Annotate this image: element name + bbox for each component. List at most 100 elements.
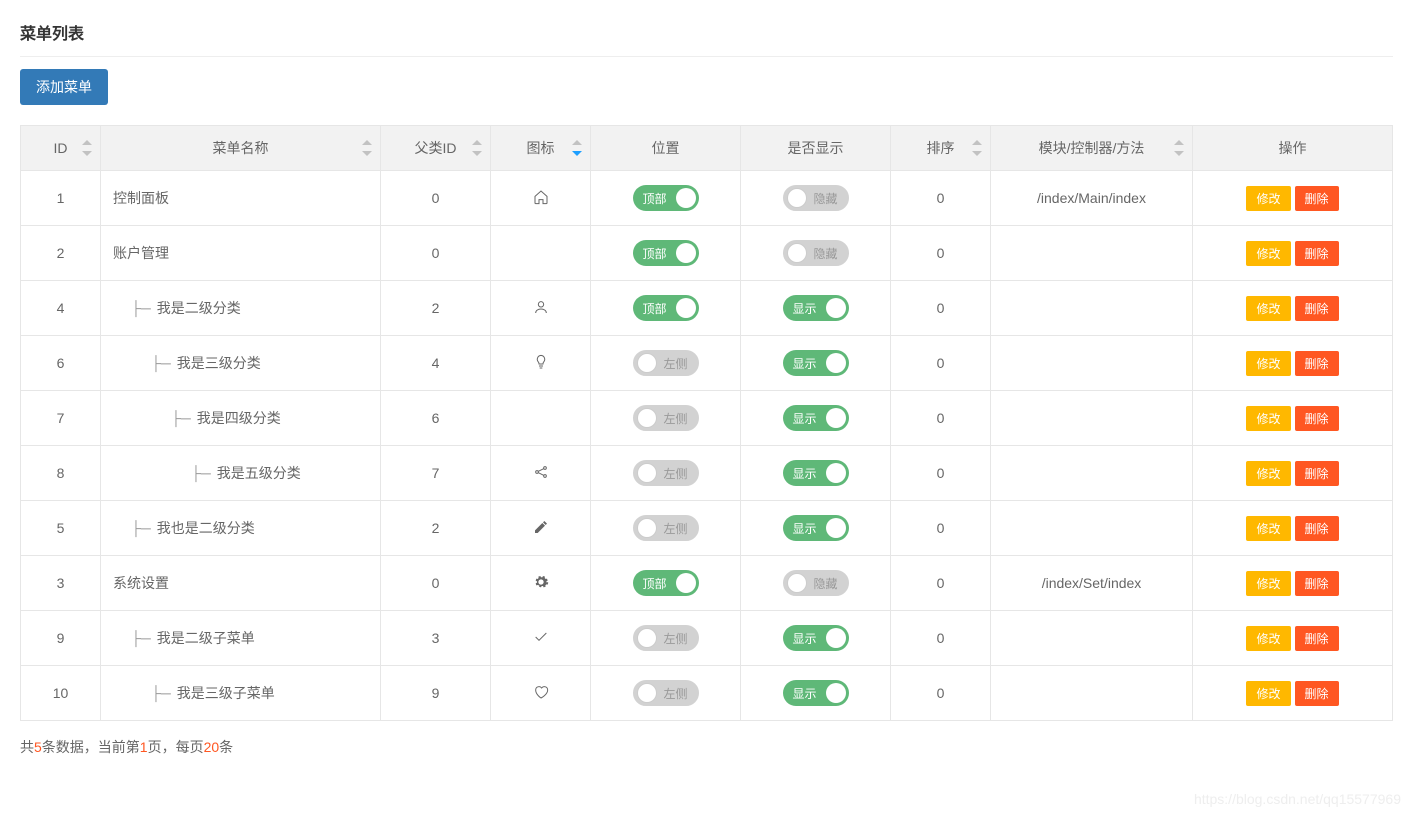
delete-button[interactable]: 删除 xyxy=(1295,461,1339,486)
edit-button[interactable]: 修改 xyxy=(1246,461,1290,486)
cell-id: 10 xyxy=(21,666,101,721)
menu-table: ID 菜单名称 父类ID 图标 位置 是否显示 排序 模块/控制器/方法 操作 … xyxy=(20,125,1393,721)
sort-icon[interactable] xyxy=(362,140,372,156)
visible-toggle[interactable]: 显示 xyxy=(783,350,849,376)
cell-module xyxy=(991,391,1193,446)
cell-name: 控制面板 xyxy=(101,171,381,226)
cell-module: /index/Set/index xyxy=(991,556,1193,611)
cell-parent-id: 2 xyxy=(381,281,491,336)
cell-action: 修改删除 xyxy=(1193,556,1393,611)
position-toggle[interactable]: 顶部 xyxy=(633,295,699,321)
position-toggle[interactable]: 顶部 xyxy=(633,570,699,596)
cell-id: 8 xyxy=(21,446,101,501)
col-module[interactable]: 模块/控制器/方法 xyxy=(991,126,1193,171)
cell-position: 顶部 xyxy=(591,226,741,281)
cell-id: 6 xyxy=(21,336,101,391)
visible-toggle[interactable]: 隐藏 xyxy=(783,240,849,266)
position-toggle[interactable]: 左侧 xyxy=(633,515,699,541)
edit-button[interactable]: 修改 xyxy=(1246,296,1290,321)
visible-toggle[interactable]: 显示 xyxy=(783,680,849,706)
delete-button[interactable]: 删除 xyxy=(1295,626,1339,651)
bulb-icon xyxy=(533,357,549,373)
cell-sort: 0 xyxy=(891,391,991,446)
cell-action: 修改删除 xyxy=(1193,611,1393,666)
edit-button[interactable]: 修改 xyxy=(1246,241,1290,266)
cell-icon xyxy=(491,666,591,721)
gear-icon xyxy=(533,577,549,593)
visible-toggle[interactable]: 显示 xyxy=(783,625,849,651)
edit-button[interactable]: 修改 xyxy=(1246,571,1290,596)
cell-position: 左侧 xyxy=(591,501,741,556)
delete-button[interactable]: 删除 xyxy=(1295,681,1339,706)
table-row: 6├─ 我是三级分类4左侧显示0修改删除 xyxy=(21,336,1393,391)
sort-icon[interactable] xyxy=(472,140,482,156)
edit-button[interactable]: 修改 xyxy=(1246,351,1290,376)
col-id[interactable]: ID xyxy=(21,126,101,171)
check-icon xyxy=(533,632,549,648)
cell-visible: 显示 xyxy=(741,666,891,721)
cell-id: 2 xyxy=(21,226,101,281)
delete-button[interactable]: 删除 xyxy=(1295,186,1339,211)
col-parent-id[interactable]: 父类ID xyxy=(381,126,491,171)
edit-button[interactable]: 修改 xyxy=(1246,681,1290,706)
cell-action: 修改删除 xyxy=(1193,666,1393,721)
cell-sort: 0 xyxy=(891,501,991,556)
visible-toggle[interactable]: 显示 xyxy=(783,515,849,541)
sort-icon[interactable] xyxy=(972,140,982,156)
cell-name: ├─ 我是二级子菜单 xyxy=(101,611,381,666)
cell-name: ├─ 我是四级分类 xyxy=(101,391,381,446)
position-toggle[interactable]: 顶部 xyxy=(633,240,699,266)
home-icon xyxy=(533,192,549,208)
delete-button[interactable]: 删除 xyxy=(1295,351,1339,376)
visible-toggle[interactable]: 显示 xyxy=(783,460,849,486)
cell-visible: 隐藏 xyxy=(741,171,891,226)
cell-position: 左侧 xyxy=(591,446,741,501)
delete-button[interactable]: 删除 xyxy=(1295,406,1339,431)
delete-button[interactable]: 删除 xyxy=(1295,296,1339,321)
col-visible: 是否显示 xyxy=(741,126,891,171)
cell-parent-id: 0 xyxy=(381,171,491,226)
watermark: https://blog.csdn.net/qq15577969 xyxy=(1194,791,1401,807)
position-toggle[interactable]: 左侧 xyxy=(633,625,699,651)
visible-toggle[interactable]: 隐藏 xyxy=(783,185,849,211)
cell-module xyxy=(991,336,1193,391)
cell-icon xyxy=(491,446,591,501)
edit-button[interactable]: 修改 xyxy=(1246,186,1290,211)
cell-name: ├─ 我是三级子菜单 xyxy=(101,666,381,721)
delete-button[interactable]: 删除 xyxy=(1295,571,1339,596)
cell-name: ├─ 我是五级分类 xyxy=(101,446,381,501)
cell-action: 修改删除 xyxy=(1193,281,1393,336)
cell-visible: 隐藏 xyxy=(741,226,891,281)
position-toggle[interactable]: 左侧 xyxy=(633,460,699,486)
add-menu-button[interactable]: 添加菜单 xyxy=(20,69,108,105)
visible-toggle[interactable]: 显示 xyxy=(783,295,849,321)
sort-icon[interactable] xyxy=(82,140,92,156)
visible-toggle[interactable]: 隐藏 xyxy=(783,570,849,596)
cell-parent-id: 9 xyxy=(381,666,491,721)
position-toggle[interactable]: 左侧 xyxy=(633,350,699,376)
sort-icon[interactable] xyxy=(572,140,582,156)
col-sort[interactable]: 排序 xyxy=(891,126,991,171)
cell-name: ├─ 我是二级分类 xyxy=(101,281,381,336)
position-toggle[interactable]: 左侧 xyxy=(633,405,699,431)
heart-icon xyxy=(533,687,549,703)
cell-visible: 显示 xyxy=(741,336,891,391)
visible-toggle[interactable]: 显示 xyxy=(783,405,849,431)
cell-sort: 0 xyxy=(891,336,991,391)
delete-button[interactable]: 删除 xyxy=(1295,516,1339,541)
cell-icon xyxy=(491,501,591,556)
cell-id: 1 xyxy=(21,171,101,226)
cell-action: 修改删除 xyxy=(1193,336,1393,391)
cell-icon xyxy=(491,391,591,446)
table-row: 7├─ 我是四级分类6左侧显示0修改删除 xyxy=(21,391,1393,446)
sort-icon[interactable] xyxy=(1174,140,1184,156)
position-toggle[interactable]: 左侧 xyxy=(633,680,699,706)
delete-button[interactable]: 删除 xyxy=(1295,241,1339,266)
edit-button[interactable]: 修改 xyxy=(1246,516,1290,541)
col-icon[interactable]: 图标 xyxy=(491,126,591,171)
cell-sort: 0 xyxy=(891,611,991,666)
edit-button[interactable]: 修改 xyxy=(1246,626,1290,651)
edit-button[interactable]: 修改 xyxy=(1246,406,1290,431)
position-toggle[interactable]: 顶部 xyxy=(633,185,699,211)
col-name[interactable]: 菜单名称 xyxy=(101,126,381,171)
